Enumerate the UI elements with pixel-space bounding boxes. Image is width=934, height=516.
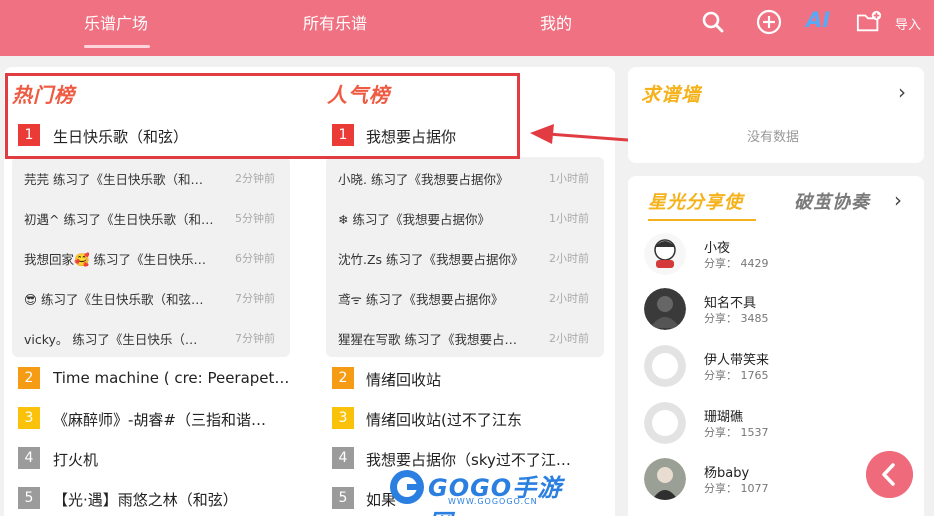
- add-icon[interactable]: [756, 9, 782, 35]
- empty-state: 没有数据: [747, 130, 800, 145]
- import-button[interactable]: 导入: [895, 14, 921, 33]
- activity-row[interactable]: 我想回家🥰 练习了《生日快乐… 6分钟前: [12, 247, 290, 267]
- activity-row[interactable]: 沈竹.Zs 练习了《我想要占据你》 2小时前: [326, 247, 604, 267]
- ai-icon[interactable]: AI: [806, 8, 832, 34]
- hot-song-item[interactable]: 打火机: [53, 449, 293, 470]
- rank-badge: 3: [332, 407, 354, 429]
- activity-row[interactable]: 鸢ᯤ 练习了《我想要占据你》 2小时前: [326, 287, 604, 307]
- avatar: [644, 288, 686, 330]
- avatar: [644, 233, 686, 275]
- hot-activity-feed: 芫芫 练习了《生日快乐歌（和… 2分钟前 初遇^ 练习了《生日快乐歌（和… 5分…: [12, 157, 290, 357]
- avatar: [644, 345, 686, 387]
- tab-all-scores[interactable]: 所有乐谱: [303, 10, 367, 34]
- hot-song-item[interactable]: 【光·遇】雨悠之林（和弦）: [53, 489, 293, 510]
- activity-row[interactable]: 😎 练习了《生日快乐歌（和弦… 7分钟前: [12, 287, 290, 307]
- chevron-right-icon[interactable]: ›: [894, 188, 902, 212]
- user-row[interactable]: 珊瑚礁 分享： 1537: [640, 402, 920, 450]
- activity-row[interactable]: ❄ 练习了《我想要占据你》 1小时前: [326, 207, 604, 227]
- watermark-logo: GOGO手游网 WWW.GOGOGO.CN: [388, 466, 568, 516]
- avatar: [644, 458, 686, 500]
- user-row[interactable]: 知名不具 分享： 3485: [640, 288, 920, 336]
- hot-song-item[interactable]: 《麻醉师》-胡睿#（三指和谐…: [53, 409, 293, 430]
- tab-score-square[interactable]: 乐谱广场: [84, 10, 148, 34]
- rank-badge: 2: [332, 367, 354, 389]
- hot-song-item[interactable]: Time machine ( cre: Peerapet…: [53, 369, 293, 387]
- rank-badge: 4: [18, 447, 40, 469]
- rank-badge: 4: [332, 447, 354, 469]
- rank-badge: 2: [18, 367, 40, 389]
- watermark-g-icon: [390, 470, 424, 504]
- rank-badge: 5: [18, 487, 40, 509]
- popular-song-item[interactable]: 情绪回收站: [366, 369, 606, 390]
- chevron-right-icon[interactable]: ›: [898, 80, 906, 104]
- back-fab-button[interactable]: [866, 451, 913, 498]
- activity-row[interactable]: vicky。 练习了《生日快乐（… 7分钟前: [12, 327, 290, 347]
- highlight-box: [5, 73, 520, 159]
- activity-row[interactable]: 小晓. 练习了《我想要占据你》 1小时前: [326, 167, 604, 187]
- tab-mine[interactable]: 我的: [540, 10, 572, 34]
- tab-breakthrough[interactable]: 破茧协奏: [794, 188, 870, 214]
- user-row[interactable]: 伊人带笑来 分享： 1765: [640, 345, 920, 393]
- rank-badge: 5: [332, 487, 354, 509]
- search-icon[interactable]: [700, 9, 726, 35]
- rank-badge: 3: [18, 407, 40, 429]
- active-tab-indicator: [648, 219, 756, 221]
- folder-add-icon[interactable]: [856, 9, 882, 35]
- activity-row[interactable]: 芫芫 练习了《生日快乐歌（和… 2分钟前: [12, 167, 290, 187]
- user-row[interactable]: 小夜 分享： 4429: [640, 233, 920, 281]
- request-wall-title: 求谱墙: [641, 84, 702, 106]
- activity-row[interactable]: 猩猩在写歌 练习了《我想要占… 2小时前: [326, 327, 604, 347]
- tab-star-sharers[interactable]: 星光分享使: [648, 188, 743, 214]
- active-tab-indicator: [84, 45, 150, 48]
- top-bar: 乐谱广场 所有乐谱 我的 AI 导入: [0, 0, 934, 56]
- popular-song-item[interactable]: 情绪回收站(过不了江东: [366, 409, 606, 430]
- popular-activity-feed: 小晓. 练习了《我想要占据你》 1小时前 ❄ 练习了《我想要占据你》 1小时前 …: [326, 157, 604, 357]
- avatar: [644, 402, 686, 444]
- activity-row[interactable]: 初遇^ 练习了《生日快乐歌（和… 5分钟前: [12, 207, 290, 227]
